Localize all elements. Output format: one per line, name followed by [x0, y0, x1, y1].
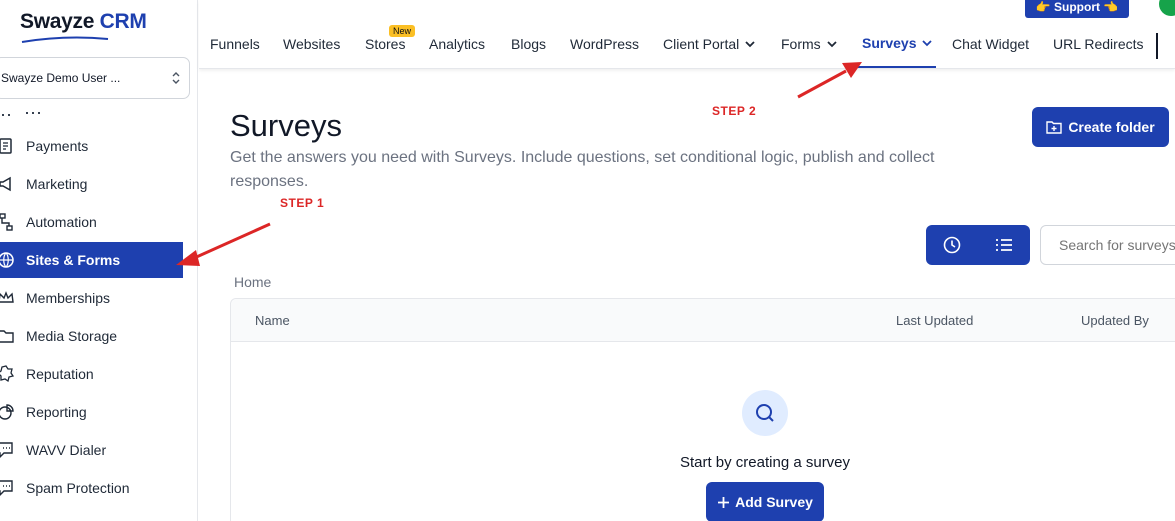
- tab-websites[interactable]: Websites: [283, 36, 340, 52]
- chevron-down-icon: [827, 41, 837, 48]
- tab-label: Stores: [365, 36, 406, 52]
- chat-icon: [0, 442, 13, 458]
- step-1-label: STEP 1: [280, 196, 325, 210]
- sidebar-item-partial: [0, 101, 60, 117]
- search-field[interactable]: [1040, 225, 1175, 265]
- tab-label: Client Portal: [663, 36, 740, 52]
- list-icon: [996, 239, 1012, 251]
- recent-view-button[interactable]: [926, 225, 978, 265]
- tab-label: Surveys: [862, 35, 917, 51]
- sidebar-item-sites-forms[interactable]: Sites & Forms: [0, 242, 183, 278]
- top-nav: 👉 Support 👈 Funnels Websites Stores New …: [199, 0, 1175, 69]
- tab-label: Blogs: [511, 36, 547, 52]
- megaphone-icon: [0, 176, 11, 192]
- sidebar-item-label: WAVV Dialer: [26, 442, 107, 458]
- chevron-down-icon: [745, 41, 755, 48]
- view-toggle: [926, 225, 1030, 265]
- sidebar-item-memberships[interactable]: Memberships: [0, 280, 183, 316]
- support-button[interactable]: 👉 Support 👈: [1025, 0, 1129, 18]
- tab-blogs[interactable]: Blogs: [511, 36, 546, 52]
- sidebar-item-wavv-dialer[interactable]: WAVV Dialer: [0, 432, 183, 468]
- sidebar-item-spam-protection[interactable]: Spam Protection: [0, 470, 183, 506]
- sidebar-item-automation[interactable]: Automation: [0, 204, 183, 240]
- dots-icon: [2, 112, 40, 116]
- step-2-label: STEP 2: [712, 104, 757, 118]
- plus-icon: [718, 496, 730, 508]
- tab-chat-widget[interactable]: Chat Widget: [952, 36, 1029, 52]
- tab-client-portal[interactable]: Client Portal: [663, 36, 755, 52]
- list-view-button[interactable]: [978, 225, 1030, 265]
- tab-label: Funnels: [210, 36, 260, 52]
- search-input[interactable]: [1059, 237, 1175, 253]
- logo-swoosh-icon: [21, 36, 109, 43]
- surveys-table: Name Last Updated Updated By: [230, 298, 1175, 521]
- chevron-updown-icon: [172, 72, 180, 84]
- page-title: Surveys: [230, 108, 342, 143]
- sidebar-item-label: Payments: [26, 138, 89, 154]
- tab-label: Analytics: [429, 36, 486, 52]
- sidebar-item-label: Marketing: [26, 176, 88, 192]
- column-header-name[interactable]: Name: [255, 313, 290, 328]
- avatar[interactable]: [1159, 0, 1175, 16]
- page-subtitle: Get the answers you need with Surveys. I…: [230, 149, 935, 190]
- tab-surveys[interactable]: Surveys: [862, 35, 933, 51]
- search-icon: [756, 404, 774, 422]
- tab-analytics[interactable]: Analytics: [429, 36, 485, 52]
- flow-icon: [0, 213, 13, 231]
- column-header-last-updated[interactable]: Last Updated: [896, 313, 973, 328]
- create-folder-button[interactable]: Create folder: [1032, 107, 1169, 147]
- sidebar-item-label: Reporting: [26, 404, 87, 420]
- folder-icon: [0, 330, 14, 343]
- account-switcher[interactable]: Swayze Demo User ...: [0, 57, 190, 99]
- add-survey-label: Add Survey: [735, 494, 813, 510]
- sidebar-item-marketing[interactable]: Marketing: [0, 166, 183, 202]
- pie-chart-icon: [0, 404, 14, 420]
- tab-forms[interactable]: Forms: [781, 36, 837, 52]
- account-name: Swayze Demo User ...: [1, 71, 121, 85]
- empty-state-text: Start by creating a survey: [679, 454, 851, 471]
- folder-plus-icon: [1046, 121, 1063, 134]
- sidebar-item-media-storage[interactable]: Media Storage: [0, 318, 183, 354]
- globe-icon: [0, 252, 14, 268]
- tab-url-redirects[interactable]: URL Redirects: [1053, 36, 1144, 52]
- sidebar-item-label: Spam Protection: [26, 480, 130, 496]
- table-header: Name Last Updated Updated By: [231, 299, 1175, 342]
- logo-brand-a: Swayze: [20, 10, 95, 33]
- sidebar-item-reporting[interactable]: Reporting: [0, 394, 183, 430]
- chat-icon: [0, 480, 13, 496]
- column-header-updated-by[interactable]: Updated By: [1081, 313, 1149, 328]
- receipt-icon: [0, 138, 12, 154]
- sidebar-item-label: Media Storage: [26, 328, 118, 344]
- tab-label: Chat Widget: [952, 36, 1030, 52]
- sidebar-item-label: Memberships: [26, 290, 111, 306]
- app-window: Swayze CRM Swayze Demo User ... Payments: [0, 0, 1175, 521]
- chevron-down-icon: [922, 40, 933, 47]
- tab-wordpress[interactable]: WordPress: [570, 36, 639, 52]
- active-tab-indicator: [852, 66, 936, 68]
- sidebar-item-payments[interactable]: Payments: [0, 128, 183, 164]
- clock-icon: [943, 236, 961, 254]
- tab-label: WordPress: [570, 36, 639, 52]
- sidebar: Swayze CRM Swayze Demo User ... Payments: [0, 0, 198, 521]
- tab-funnels[interactable]: Funnels: [210, 36, 260, 52]
- sidebar-item-reputation[interactable]: Reputation: [0, 356, 183, 392]
- tab-stores[interactable]: Stores: [365, 36, 405, 52]
- create-folder-label: Create folder: [1068, 119, 1155, 135]
- divider: [1156, 33, 1158, 59]
- crown-icon: [0, 291, 14, 303]
- badge-icon: [0, 365, 15, 383]
- empty-state-search-icon: [742, 390, 788, 436]
- tab-label: URL Redirects: [1053, 36, 1144, 52]
- sidebar-item-label: Reputation: [26, 366, 94, 382]
- sidebar-item-label: Automation: [26, 214, 97, 230]
- breadcrumb[interactable]: Home: [234, 274, 271, 290]
- new-badge: New: [389, 25, 416, 37]
- add-survey-button[interactable]: Add Survey: [706, 482, 824, 521]
- logo: Swayze CRM: [20, 10, 147, 43]
- sidebar-item-label: Sites & Forms: [26, 252, 121, 268]
- tab-label: Websites: [283, 36, 341, 52]
- logo-brand-b: CRM: [99, 10, 147, 33]
- tab-label: Forms: [781, 36, 821, 52]
